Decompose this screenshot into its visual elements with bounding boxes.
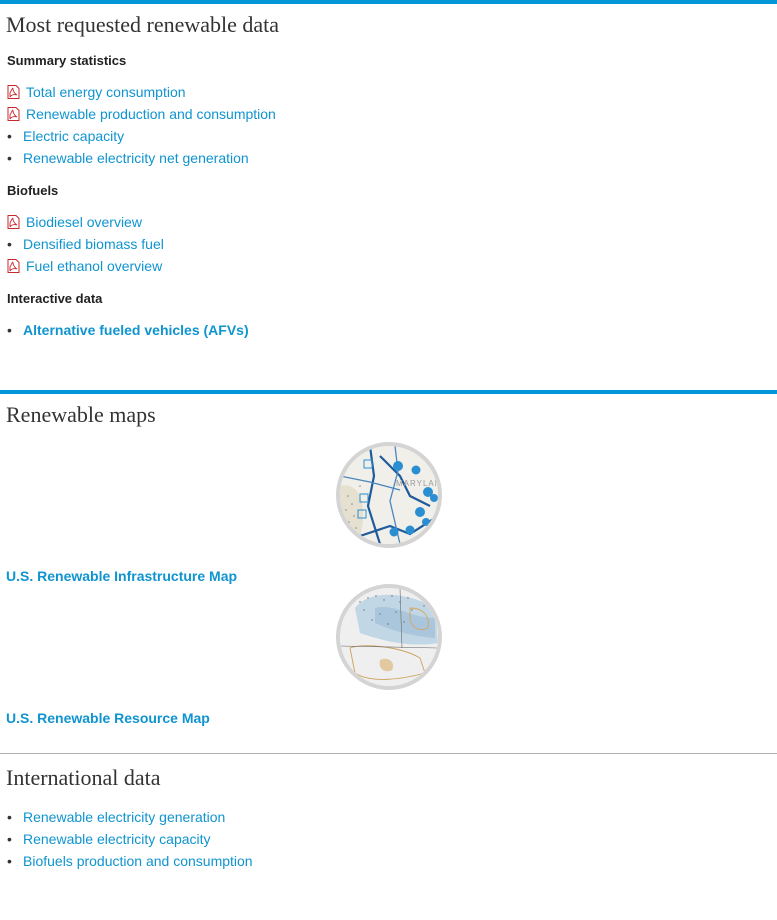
renewable-maps-section: Renewable maps MARYLAND bbox=[0, 390, 777, 726]
list-item: Renewable production and consumption bbox=[7, 103, 777, 125]
list-item: • Renewable electricity capacity bbox=[7, 828, 777, 850]
interactive-list: • Alternative fueled vehicles (AFVs) bbox=[0, 319, 777, 341]
summary-list: Total energy consumption Renewable produ… bbox=[0, 81, 777, 169]
bullet-icon: • bbox=[7, 236, 12, 252]
section-title: Most requested renewable data bbox=[6, 12, 280, 37]
link-total-energy-consumption[interactable]: Total energy consumption bbox=[26, 84, 186, 100]
infrastructure-map-image: MARYLAND bbox=[340, 446, 438, 544]
group-heading-interactive: Interactive data bbox=[7, 291, 103, 306]
bullet-icon: • bbox=[7, 322, 12, 338]
infrastructure-map-thumbnail[interactable]: MARYLAND bbox=[336, 442, 442, 548]
bullet-icon: • bbox=[7, 128, 12, 144]
link-resource-map[interactable]: U.S. Renewable Resource Map bbox=[0, 710, 777, 726]
list-item: • Biofuels production and consumption bbox=[7, 850, 777, 872]
link-infrastructure-map[interactable]: U.S. Renewable Infrastructure Map bbox=[0, 568, 777, 584]
list-item: • Densified biomass fuel bbox=[7, 233, 777, 255]
resource-map-thumbnail[interactable] bbox=[336, 584, 442, 690]
section-title: International data bbox=[6, 765, 161, 790]
international-section: International data • Renewable electricit… bbox=[0, 753, 777, 872]
pdf-icon bbox=[7, 107, 20, 121]
section-top-rule bbox=[0, 0, 777, 4]
link-densified-biomass-fuel[interactable]: Densified biomass fuel bbox=[23, 236, 164, 252]
link-electric-capacity[interactable]: Electric capacity bbox=[23, 128, 124, 144]
link-fuel-ethanol-overview[interactable]: Fuel ethanol overview bbox=[26, 258, 162, 274]
list-item: • Renewable electricity generation bbox=[7, 806, 777, 828]
link-renewable-electricity-capacity[interactable]: Renewable electricity capacity bbox=[23, 831, 211, 847]
list-item: • Alternative fueled vehicles (AFVs) bbox=[7, 319, 777, 341]
group-heading-biofuels: Biofuels bbox=[7, 183, 59, 198]
map-label-text: MARYLAND bbox=[396, 479, 438, 488]
pdf-icon bbox=[7, 215, 20, 229]
link-biodiesel-overview[interactable]: Biodiesel overview bbox=[26, 214, 142, 230]
section-top-rule bbox=[0, 390, 777, 394]
biofuels-list: Biodiesel overview • Densified biomass fu… bbox=[0, 211, 777, 277]
bullet-icon: • bbox=[7, 150, 12, 166]
international-list: • Renewable electricity generation • Renew… bbox=[0, 806, 777, 872]
list-item: Biodiesel overview bbox=[7, 211, 777, 233]
link-alternative-fueled-vehicles[interactable]: Alternative fueled vehicles (AFVs) bbox=[23, 322, 249, 338]
most-requested-section: Most requested renewable data Summary st… bbox=[0, 0, 777, 341]
resource-map-image bbox=[340, 588, 438, 686]
list-item: • Electric capacity bbox=[7, 125, 777, 147]
list-item: Total energy consumption bbox=[7, 81, 777, 103]
bullet-icon: • bbox=[7, 809, 12, 825]
list-item: • Renewable electricity net generation bbox=[7, 147, 777, 169]
pdf-icon bbox=[7, 259, 20, 273]
group-heading-summary: Summary statistics bbox=[7, 53, 127, 68]
section-top-rule bbox=[0, 753, 777, 754]
bullet-icon: • bbox=[7, 853, 12, 869]
list-item: Fuel ethanol overview bbox=[7, 255, 777, 277]
pdf-icon bbox=[7, 85, 20, 99]
link-renewable-electricity-net-generation[interactable]: Renewable electricity net generation bbox=[23, 150, 249, 166]
link-biofuels-production-consumption[interactable]: Biofuels production and consumption bbox=[23, 853, 253, 869]
link-renewable-production-consumption[interactable]: Renewable production and consumption bbox=[26, 106, 276, 122]
section-title: Renewable maps bbox=[6, 402, 156, 427]
link-renewable-electricity-generation[interactable]: Renewable electricity generation bbox=[23, 809, 225, 825]
bullet-icon: • bbox=[7, 831, 12, 847]
